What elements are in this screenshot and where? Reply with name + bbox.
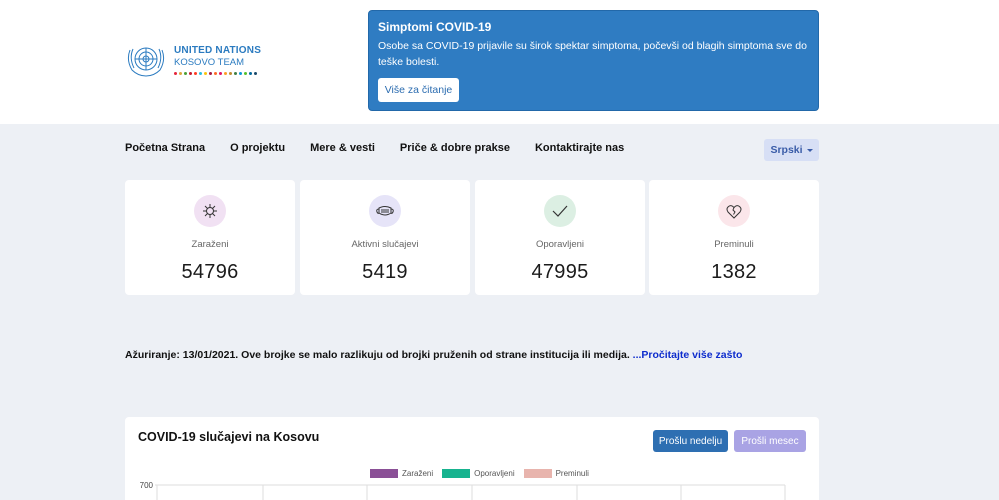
legend-swatch: [442, 469, 471, 478]
stat-value: 1382: [711, 261, 757, 283]
caret-down-icon: [806, 148, 813, 152]
broken-heart-icon: [718, 195, 750, 227]
legend-label: Oporavljeni: [474, 469, 515, 478]
alert-text: Osobe sa COVID-19 prijavile su širok spe…: [378, 40, 807, 68]
symptoms-alert: Simptomi COVID-19 Osobe sa COVID-19 prij…: [368, 10, 819, 111]
legend-item-recovered[interactable]: Oporavljeni: [442, 469, 515, 478]
stat-label: Aktivni slučajevi: [351, 239, 419, 250]
nav-item-home[interactable]: Početna Strana: [125, 141, 205, 155]
nav-item-measures-news[interactable]: Mere & vesti: [310, 141, 375, 155]
stat-label: Zaraženi: [191, 239, 229, 250]
virus-icon: [194, 195, 226, 227]
stat-label: Oporavljeni: [535, 239, 585, 250]
legend-swatch: [370, 469, 398, 478]
update-text: Ažuriranje: 13/01/2021. Ove brojke se ma…: [125, 349, 633, 361]
main-nav: Početna Strana O projektu Mere & vesti P…: [125, 141, 649, 155]
un-emblem-icon: [127, 47, 165, 77]
update-notice: Ažuriranje: 13/01/2021. Ove brojke se ma…: [125, 349, 742, 361]
header: UNITED NATIONS KOSOVO TEAM Simptomi COVI…: [0, 0, 999, 124]
face-mask-icon: [369, 195, 401, 227]
sdg-color-dots: [174, 72, 261, 75]
logo-line-kosovo-team: KOSOVO TEAM: [174, 57, 245, 68]
legend-swatch: [523, 469, 552, 478]
language-dropdown[interactable]: Srpski: [764, 139, 819, 161]
stat-card-recovered: Oporavljeni 47995: [475, 180, 645, 295]
chart-plot: 700: [140, 481, 786, 500]
stat-value: 5419: [362, 261, 408, 283]
logo-line-united-nations: UNITED NATIONS: [174, 45, 262, 56]
stat-card-deceased: Preminuli 1382: [649, 180, 819, 295]
chart-legend: Zaraženi Oporavljeni Preminuli: [370, 469, 598, 478]
language-label: Srpski: [770, 144, 803, 156]
checkmark-icon: [544, 195, 576, 227]
stat-label: Preminuli: [714, 239, 754, 250]
read-why-link[interactable]: ...Pročitajte više zašto: [633, 349, 743, 361]
nav-item-stories[interactable]: Priče & dobre prakse: [400, 141, 510, 155]
stat-card-infected: Zaraženi 54796: [125, 180, 295, 295]
nav-item-contact[interactable]: Kontaktirajte nas: [535, 141, 624, 155]
last-month-button[interactable]: Prošli mesec: [734, 430, 806, 452]
last-week-button[interactable]: Prošlu nedelju: [653, 430, 728, 452]
stat-value: 54796: [181, 261, 239, 283]
y-tick-label: 700: [140, 481, 154, 490]
un-kosovo-logo[interactable]: UNITED NATIONS KOSOVO TEAM: [124, 40, 264, 80]
legend-label: Zaraženi: [402, 469, 434, 478]
stat-value: 47995: [531, 261, 589, 283]
legend-item-deceased[interactable]: Preminuli: [523, 469, 589, 478]
chart-card: COVID-19 slučajevi na Kosovu Prošlu nede…: [125, 417, 819, 500]
stat-card-active: Aktivni slučajevi 5419: [300, 180, 470, 295]
chart-title: COVID-19 slučajevi na Kosovu: [138, 430, 320, 444]
nav-item-about[interactable]: O projektu: [230, 141, 285, 155]
legend-label: Preminuli: [555, 469, 589, 478]
alert-title: Simptomi COVID-19: [378, 20, 492, 34]
read-more-button[interactable]: Više za čitanje: [378, 78, 459, 102]
legend-item-infected[interactable]: Zaraženi: [370, 469, 433, 478]
